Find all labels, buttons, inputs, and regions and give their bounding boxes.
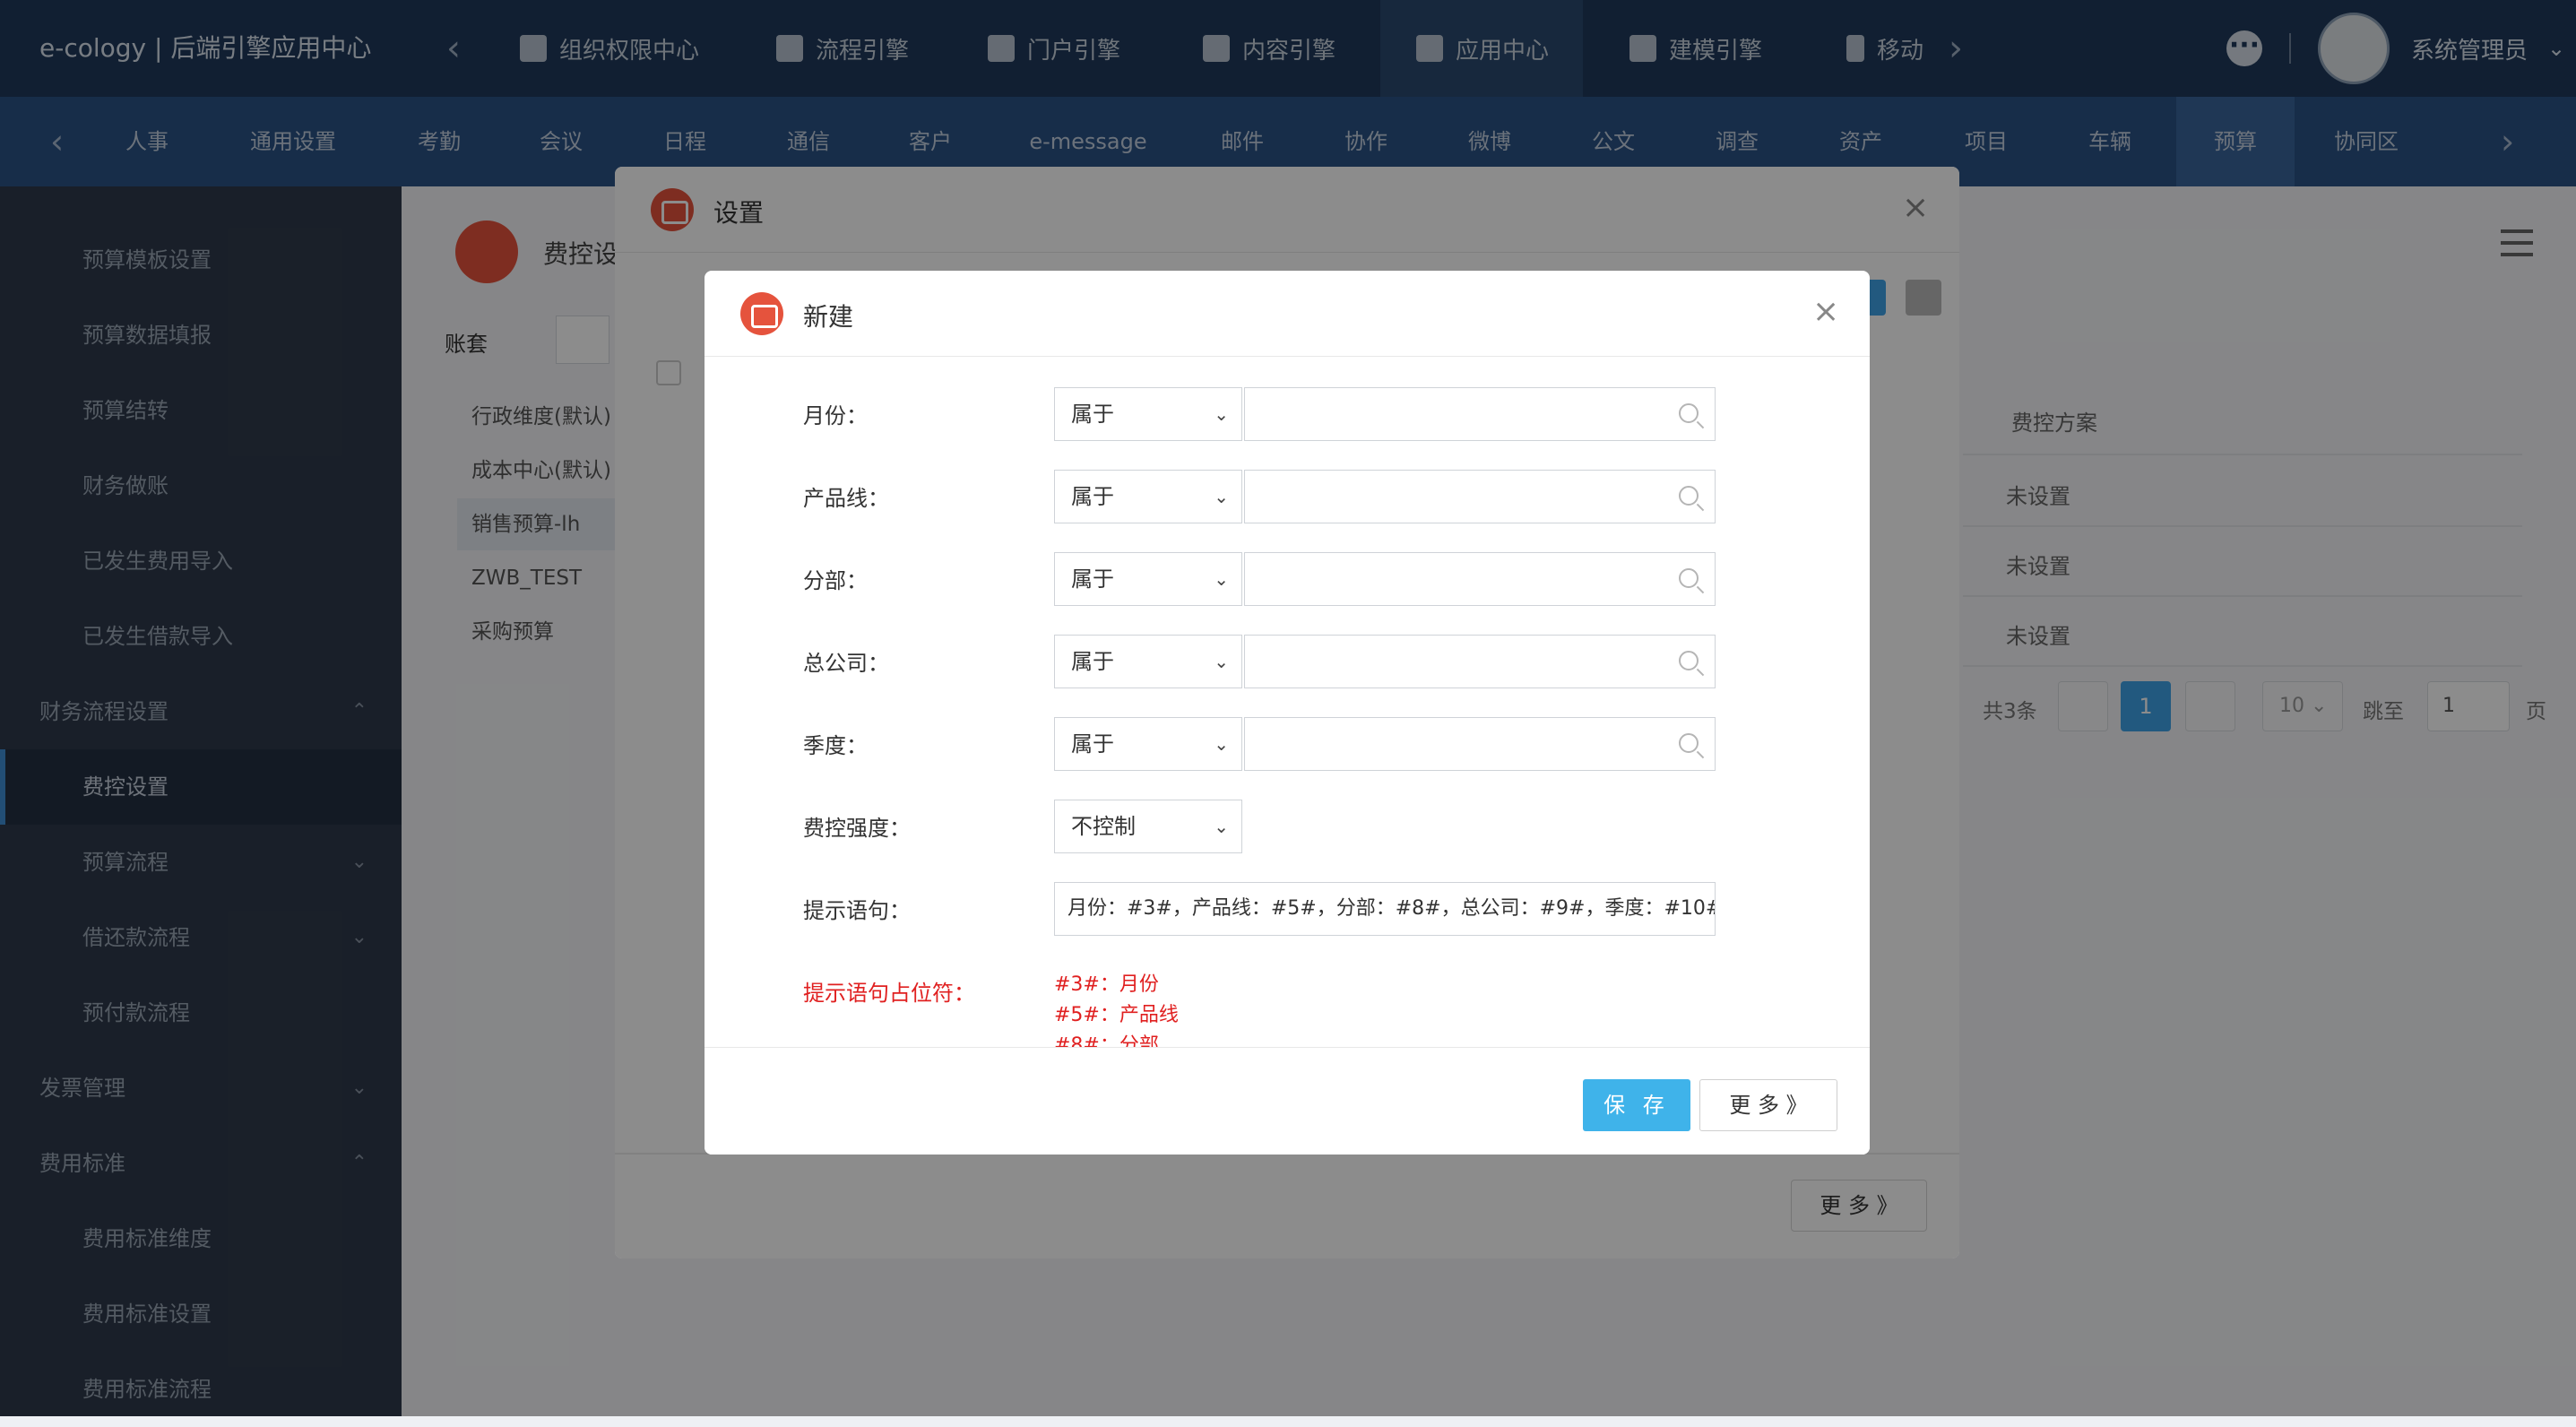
select-value: 属于 <box>1071 731 1114 757</box>
chevron-down-icon: ⌄ <box>1214 816 1229 837</box>
operator-select-head-office[interactable]: 属于 ⌄ <box>1054 635 1242 688</box>
dialog-footer <box>705 1047 1870 1155</box>
operator-select-product-line[interactable]: 属于 ⌄ <box>1054 470 1242 523</box>
field-label-product-line: 产品线： <box>803 486 889 511</box>
product-line-browse-input[interactable] <box>1244 470 1716 523</box>
month-browse-input[interactable] <box>1244 387 1716 441</box>
field-label-control-strength: 费控强度： <box>803 816 911 841</box>
select-value: 属于 <box>1071 649 1114 674</box>
placeholder-item: #3#：月份 <box>1054 973 1159 996</box>
select-value: 不控制 <box>1071 814 1136 839</box>
select-value: 属于 <box>1071 484 1114 509</box>
wallet-icon <box>740 292 783 335</box>
operator-select-branch[interactable]: 属于 ⌄ <box>1054 552 1242 606</box>
search-icon[interactable] <box>1679 403 1699 423</box>
branch-browse-input[interactable] <box>1244 552 1716 606</box>
save-button[interactable]: 保 存 <box>1583 1079 1690 1131</box>
select-value: 属于 <box>1071 566 1114 592</box>
search-icon[interactable] <box>1679 651 1699 670</box>
chevron-down-icon: ⌄ <box>1214 403 1229 425</box>
chevron-down-icon: ⌄ <box>1214 733 1229 755</box>
placeholder-item: #5#：产品线 <box>1054 1004 1179 1026</box>
dialog-title: 新建 <box>803 302 854 332</box>
search-icon[interactable] <box>1679 486 1699 506</box>
head-office-browse-input[interactable] <box>1244 635 1716 688</box>
new-dialog: 新建 × 月份： 属于 ⌄ 产品线： 属于 ⌄ 分部： 属于 ⌄ 总公司： 属于 ⌄ 季… <box>705 271 1870 1155</box>
control-strength-select[interactable]: 不控制 ⌄ <box>1054 800 1242 853</box>
field-label-placeholders: 提示语句占位符： <box>803 981 975 1006</box>
field-label-prompt: 提示语句： <box>803 898 911 923</box>
field-label-head-office: 总公司： <box>803 651 889 676</box>
more-button[interactable]: 更 多 》 <box>1699 1079 1837 1131</box>
operator-select-month[interactable]: 属于 ⌄ <box>1054 387 1242 441</box>
field-label-quarter: 季度： <box>803 733 868 758</box>
close-icon[interactable]: × <box>1812 296 1839 328</box>
field-label-branch: 分部： <box>803 568 868 593</box>
prompt-input[interactable]: 月份：#3#，产品线：#5#，分部：#8#，总公司：#9#，季度：#10#， <box>1054 882 1716 936</box>
chevron-down-icon: ⌄ <box>1214 568 1229 590</box>
chevron-down-icon: ⌄ <box>1214 651 1229 672</box>
chevron-down-icon: ⌄ <box>1214 486 1229 507</box>
search-icon[interactable] <box>1679 733 1699 753</box>
dialog-header: 新建 × <box>705 271 1870 357</box>
quarter-browse-input[interactable] <box>1244 717 1716 771</box>
search-icon[interactable] <box>1679 568 1699 588</box>
operator-select-quarter[interactable]: 属于 ⌄ <box>1054 717 1242 771</box>
field-label-month: 月份： <box>803 403 868 428</box>
select-value: 属于 <box>1071 402 1114 427</box>
